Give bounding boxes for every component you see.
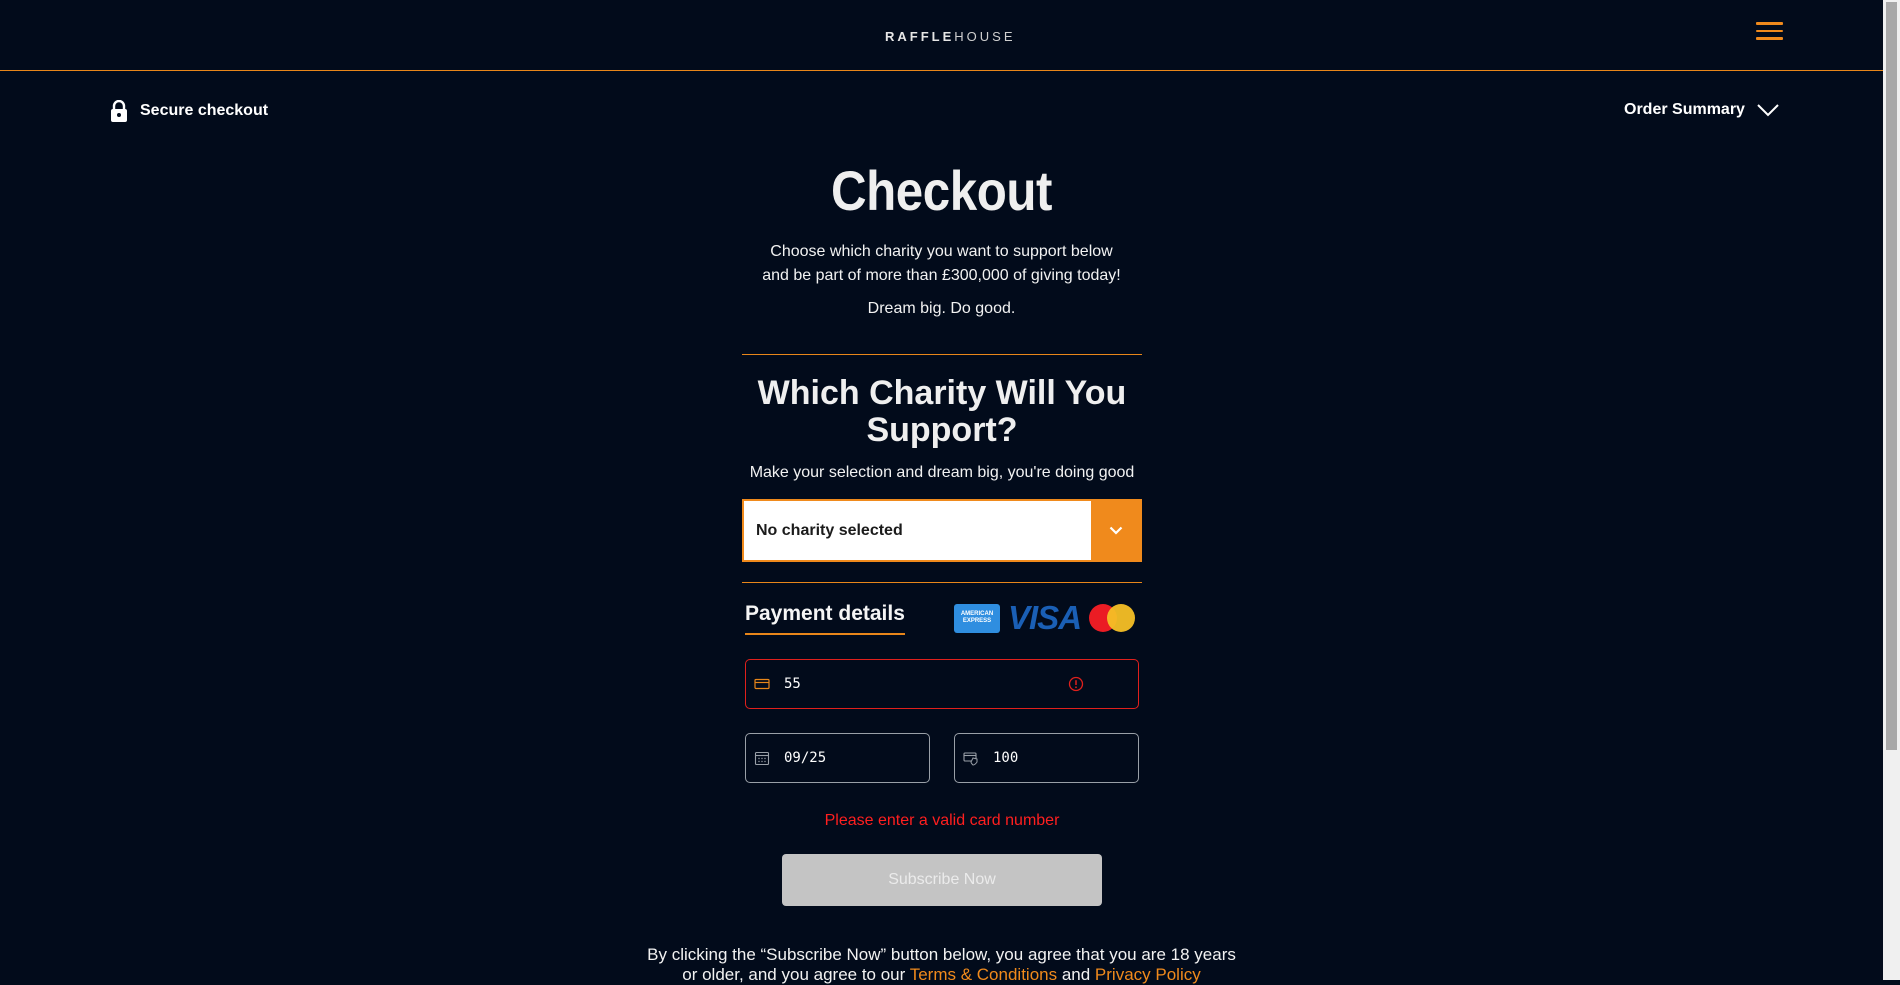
privacy-policy-link[interactable]: Privacy Policy [1095,965,1201,984]
card-security-code-icon [963,750,979,766]
section-divider [742,354,1142,355]
mastercard-logo-icon [1089,604,1136,632]
secure-checkout-indicator: Secure checkout [110,100,268,122]
charity-subheading: Make your selection and dream big, you'r… [749,464,1135,481]
charity-select-dropdown[interactable]: No charity selected [742,499,1142,562]
tagline: Dream big. Do good. [867,300,1016,317]
error-alert-icon [1068,676,1084,692]
intro-line-1: Choose which charity you want to support… [770,243,1113,260]
raffle-house-logo[interactable]: RAFFLEHOUSE [885,29,1016,44]
page-title: Checkout [830,159,1053,222]
cvc-field[interactable] [954,733,1139,783]
order-summary-toggle[interactable]: Order Summary [1624,101,1779,119]
checkout-intro: Choose which charity you want to support… [0,240,1883,288]
terms-conditions-link[interactable]: Terms & Conditions [910,965,1057,984]
dropdown-arrow-button[interactable] [1091,501,1140,560]
expiry-date-input[interactable] [784,750,914,766]
credit-card-icon [754,676,770,692]
section-divider [742,582,1142,583]
subscribe-now-button[interactable]: Subscribe Now [782,854,1102,906]
card-number-input[interactable] [784,676,1044,692]
intro-line-2: and be part of more than £300,000 of giv… [762,267,1121,284]
charity-heading-line-1: Which Charity Will You [757,374,1127,412]
visa-logo-icon: VISA [1008,599,1082,636]
legal-disclaimer: By clicking the “Subscribe Now” button b… [640,945,1243,985]
amex-logo-icon: AMERICAN EXPRESS [954,603,1000,633]
top-navigation-bar: RAFFLEHOUSE [0,0,1883,71]
cvc-input[interactable] [993,750,1123,766]
accepted-cards: AMERICAN EXPRESS VISA [954,599,1136,636]
charity-select-value[interactable]: No charity selected [744,501,1091,560]
expiry-date-field[interactable] [745,733,930,783]
order-summary-label: Order Summary [1624,101,1745,118]
logo-text-light: HOUSE [954,29,1016,44]
hamburger-menu-icon[interactable] [1756,22,1783,44]
payment-details-title: Payment details [745,602,905,635]
legal-and-text: and [1057,965,1095,984]
charity-heading-line-2: Support? [866,411,1018,449]
card-number-field[interactable] [745,659,1139,709]
page-scrollbar-thumb[interactable] [1886,2,1897,750]
chevron-down-icon [1757,103,1779,117]
charity-heading: Which Charity Will You Support? [742,375,1142,449]
logo-text-bold: RAFFLE [885,29,955,44]
secure-checkout-label: Secure checkout [140,102,269,119]
chevron-down-icon [1109,526,1123,535]
calendar-icon [754,750,770,766]
lock-icon [110,100,128,122]
card-error-message: Please enter a valid card number [824,812,1060,829]
